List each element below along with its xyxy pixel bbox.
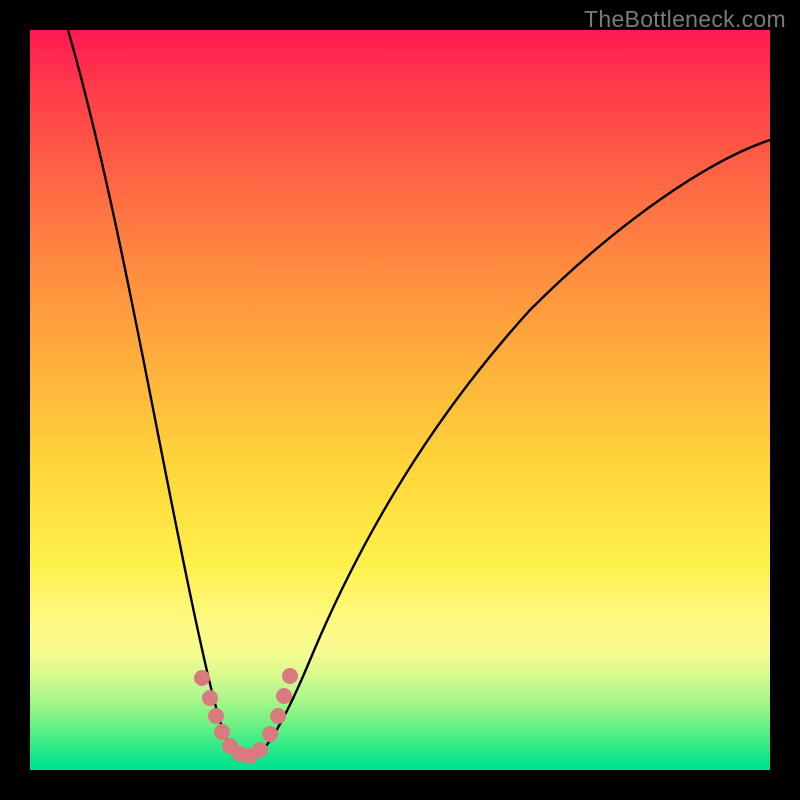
watermark-text: TheBottleneck.com — [584, 6, 786, 33]
bottleneck-curve — [68, 30, 770, 760]
plot-area — [30, 30, 770, 770]
chart-frame: TheBottleneck.com — [0, 0, 800, 800]
curve-layer — [30, 30, 770, 770]
